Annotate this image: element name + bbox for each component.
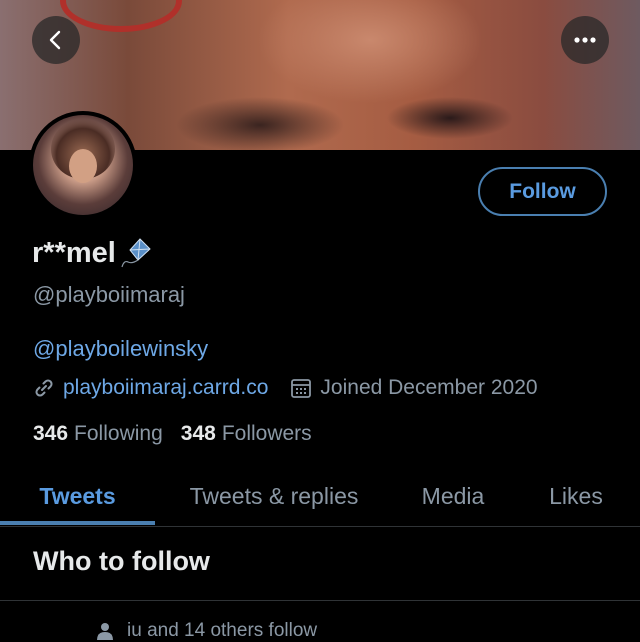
tab-media[interactable]: Media [395, 468, 511, 524]
followers-label: Followers [221, 422, 312, 445]
avatar[interactable] [29, 111, 137, 219]
following-label: Following [74, 422, 163, 445]
more-horizontal-icon [574, 37, 596, 43]
back-button[interactable] [32, 16, 80, 64]
followers-stat[interactable]: 348 Followers [181, 422, 312, 446]
followers-count: 348 [180, 422, 216, 445]
social-context: iu and 14 others follow [95, 620, 317, 642]
following-stat[interactable]: 346 Following [33, 422, 163, 446]
calendar-icon [291, 379, 312, 398]
website-link[interactable]: playboiimaraj.carrd.co [63, 376, 268, 400]
avatar-image [33, 115, 133, 215]
chevron-left-icon [49, 30, 61, 50]
tab-likes[interactable]: Likes [515, 468, 637, 524]
following-count: 346 [33, 422, 69, 445]
follow-stats: 346 Following 348 Followers [33, 422, 312, 446]
banner-image-detail [60, 0, 182, 32]
more-button[interactable] [561, 16, 609, 64]
tab-tweets-and-replies[interactable]: Tweets & replies [158, 468, 390, 524]
active-tab-indicator [0, 521, 155, 525]
follow-button[interactable]: Follow [478, 167, 607, 216]
social-context-text: iu and 14 others follow [127, 620, 318, 641]
profile-meta: playboiimaraj.carrd.co Joined December 2… [33, 376, 538, 400]
link-icon [35, 379, 53, 397]
kite-icon [121, 238, 151, 268]
who-to-follow-heading: Who to follow [33, 546, 210, 576]
display-name: r**mel [32, 236, 116, 269]
person-icon [97, 623, 113, 640]
tab-tweets[interactable]: Tweets [0, 468, 155, 524]
username-handle: @playboiimaraj [33, 282, 185, 307]
profile-name-row: r**mel [32, 236, 154, 270]
bio-mention-link[interactable]: @playboilewinsky [33, 336, 208, 362]
profile-tabs: Tweets Tweets & replies Media Likes [0, 468, 640, 527]
section-divider [0, 600, 640, 601]
joined-date: Joined December 2020 [320, 376, 538, 399]
